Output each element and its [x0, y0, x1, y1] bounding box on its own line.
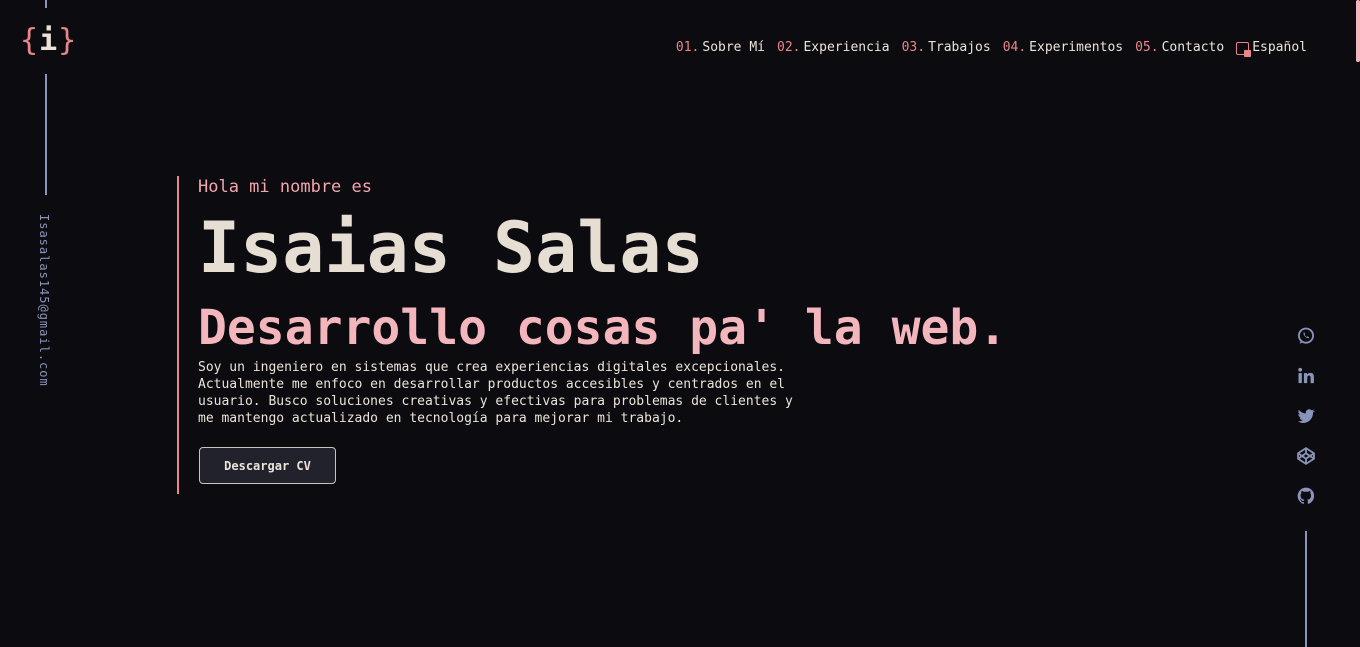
whatsapp-icon	[1298, 327, 1314, 344]
hero-tagline: Desarrollo cosas pa' la web.	[198, 300, 1008, 356]
nav-item-experimentos[interactable]: 04. Experimentos	[1003, 40, 1123, 56]
codepen-link[interactable]	[1296, 446, 1316, 466]
nav-item-label: Experimentos	[1029, 40, 1124, 55]
nav-item-number: 02.	[777, 40, 801, 55]
whatsapp-link[interactable]	[1296, 326, 1316, 346]
language-switch[interactable]: Español	[1236, 40, 1307, 57]
site-logo[interactable]: {i}	[20, 22, 77, 60]
linkedin-link[interactable]	[1296, 366, 1316, 386]
nav-item-number: 04.	[1002, 40, 1027, 55]
nav-item-label: Sobre Mí	[702, 40, 765, 55]
main-nav: 01. Sobre Mí 02. Experiencia 03. Trabajo…	[676, 40, 1307, 57]
codepen-icon	[1297, 447, 1315, 465]
twitter-link[interactable]	[1296, 406, 1316, 426]
left-rail-line	[45, 74, 47, 195]
scroll-indicator[interactable]	[1356, 0, 1360, 62]
hero-accent-bar	[177, 176, 179, 494]
nav-item-number: 03.	[901, 40, 926, 55]
nav-item-contacto[interactable]: 05. Contacto	[1135, 40, 1224, 56]
hero-bio: Soy un ingeniero en sistemas que crea ex…	[198, 360, 793, 426]
right-rail-line	[1305, 531, 1307, 647]
hero-name: Isaias Salas	[198, 207, 704, 289]
download-cv-button[interactable]: Descargar CV	[199, 447, 336, 484]
hero-greeting: Hola mi nombre es	[198, 177, 372, 197]
nav-item-trabajos[interactable]: 03. Trabajos	[902, 40, 991, 56]
nav-item-number: 01.	[675, 40, 700, 55]
nav-item-number: 05.	[1135, 40, 1159, 55]
logo-letter: i	[39, 23, 59, 58]
nav-item-label: Experiencia	[803, 40, 890, 55]
language-label: Español	[1252, 40, 1307, 55]
social-links	[1296, 326, 1316, 506]
email-link[interactable]: Isasalas145@gmail.com	[37, 214, 51, 387]
nav-item-experiencia[interactable]: 02. Experiencia	[777, 40, 890, 56]
nav-item-sobre-mi[interactable]: 01. Sobre Mí	[676, 40, 765, 56]
twitter-icon	[1297, 409, 1315, 423]
github-icon	[1297, 487, 1315, 504]
left-rail-top-line	[45, 0, 47, 8]
nav-item-label: Trabajos	[928, 40, 991, 55]
portfolio-page: {i} Isasalas145@gmail.com 01. Sobre Mí 0…	[0, 0, 1360, 647]
nav-item-label: Contacto	[1161, 40, 1225, 55]
translate-icon	[1236, 41, 1252, 57]
github-link[interactable]	[1296, 486, 1316, 506]
linkedin-icon	[1298, 367, 1314, 384]
logo-brace-close: }	[58, 23, 78, 58]
logo-brace-open: {	[20, 23, 40, 58]
